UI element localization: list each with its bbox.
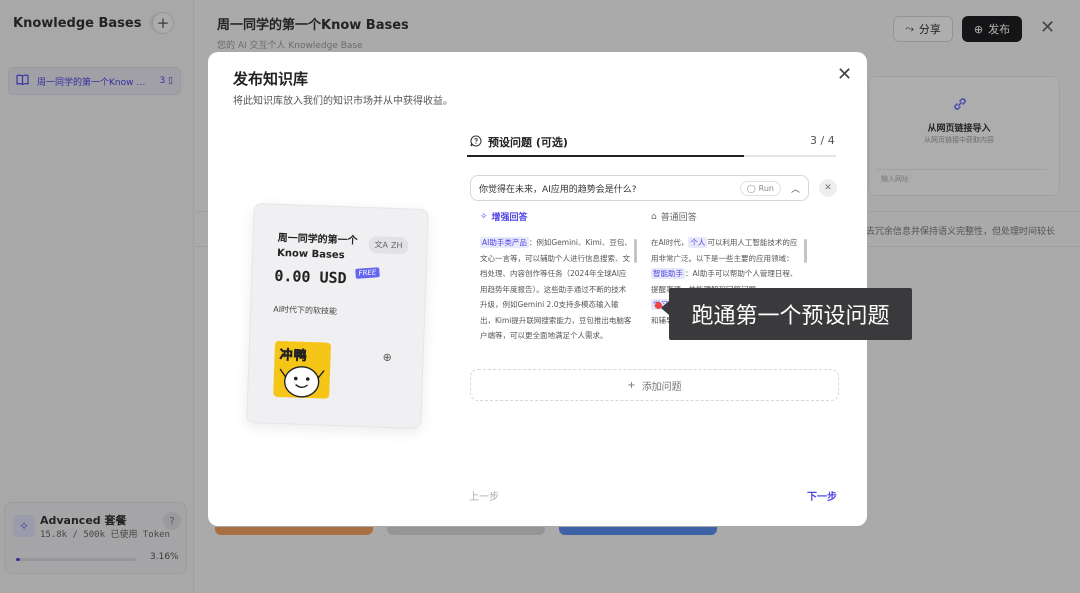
run-icon: ◯ [746,183,756,193]
translate-icon: 文A [374,240,389,250]
step-progress-bar [467,155,836,157]
question-text: 你觉得在未来，AI应用的趋势会是什么? [479,184,637,195]
previous-step-button[interactable]: 上一步 [469,488,499,503]
knowledge-base-preview-card: 周一同学的第一个Know Bases 文A ZH 0.00 USD FREE A… [246,203,429,429]
enhanced-answer-scrollbar[interactable] [634,239,637,263]
enhanced-answer-header: ✧ 增强回答 [480,210,632,224]
enhanced-answer-body: ：例如Gemini、Kimi、豆包、文心一言等，可以辅助个人进行信息搜索、文档处… [480,238,632,340]
run-label: Run [758,183,774,193]
answer-tag: 个人 [688,237,708,248]
language-badge: 文A ZH [368,236,409,255]
free-badge: FREE [355,267,380,279]
chat-question-icon [470,134,482,150]
close-icon[interactable]: ✕ [837,64,852,85]
preview-title: 周一同学的第一个Know Bases [276,232,358,262]
robot-icon: ⌂ [651,211,657,222]
answer-tag: 智能助手 [651,268,685,279]
normal-answer-scrollbar[interactable] [804,239,807,263]
answer-tag: AI助手类产品 [480,237,529,248]
enhanced-answer-title: 增强回答 [491,213,528,223]
next-step-button[interactable]: 下一步 [807,488,837,503]
preview-description: AI时代下的软技能 [273,304,338,316]
enhanced-answer-text: AI助手类产品 ：例如Gemini、Kimi、豆包、文心一言等，可以辅助个人进行信… [480,235,632,344]
callout-arrow [661,301,669,315]
knowledge-base-logo: 冲鸭 [273,340,332,399]
step-header: 预设问题 (可选) [470,134,568,150]
enhanced-answer-panel: ✧ 增强回答 AI助手类产品 ：例如Gemini、Kimi、豆包、文心一言等，可以… [480,210,632,355]
normal-intro-pre: 在AI时代， [651,238,689,247]
preview-price: 0.00 USD [274,266,347,288]
preset-question-input[interactable]: 你觉得在未来，AI应用的趋势会是什么? ◯ Run ︿ [470,175,809,201]
add-question-label: 添加问题 [641,381,682,393]
remove-question-button[interactable]: ✕ [819,179,837,197]
smiley-mascot-icon [279,366,325,398]
normal-answer-title: 普通回答 [660,213,697,223]
run-button[interactable]: ◯ Run [739,180,781,196]
language-code: ZH [390,240,403,251]
step-counter: 3 / 4 [810,134,835,147]
normal-answer-header: ⌂ 普通回答 [651,210,803,224]
step-title: 预设问题 (可选) [488,136,568,149]
dialog-subtitle: 将此知识库放入我们的知识市场并从中获得收益。 [233,96,453,107]
dialog-title: 发布知识库 [233,70,309,88]
add-question-button[interactable]: + 添加问题 [470,369,839,401]
globe-icon: ⊕ [382,350,393,364]
sparkle-icon: ✧ [480,211,488,222]
annotation-callout: 跑通第一个预设问题 [669,288,912,340]
plus-icon: + [627,379,636,391]
step-progress-fill [467,155,744,157]
chevron-up-icon[interactable]: ︿ [791,182,800,195]
